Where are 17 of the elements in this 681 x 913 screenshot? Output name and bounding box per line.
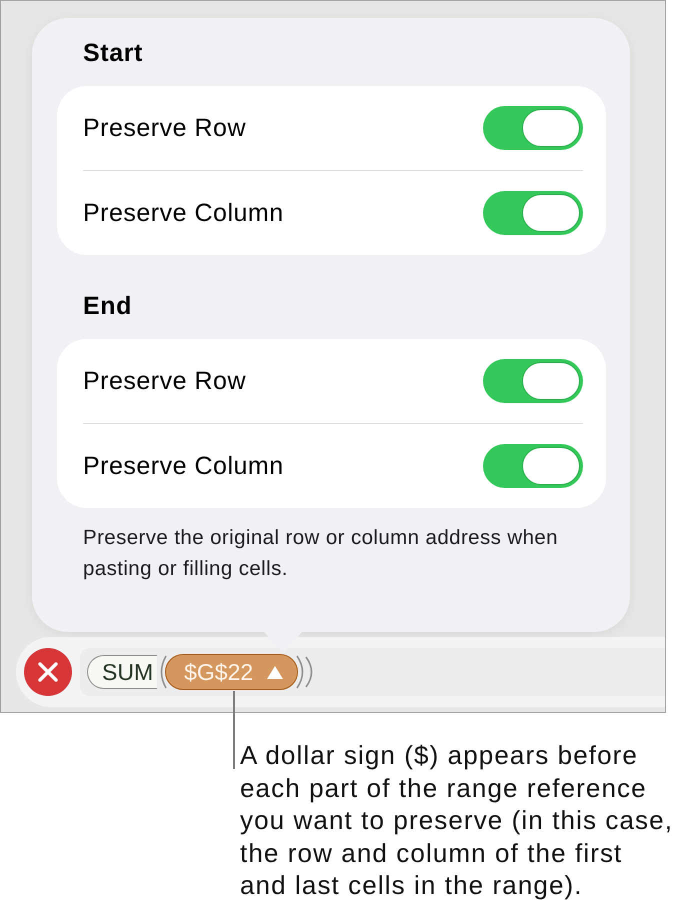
section-title: End <box>82 292 134 320</box>
footnote-text: Preserve the original row or column address when pasting or filling cells. <box>82 525 559 582</box>
toggle-switch[interactable] <box>483 359 583 403</box>
callout-text: A dollar sign ($) appears before each part of the range reference you want to preserve (in this case, the row and column of the first and last cells in the range). <box>240 739 674 902</box>
option-label: Preserve Column <box>83 198 284 228</box>
option-label: Preserve Column <box>83 452 284 480</box>
close-icon <box>38 662 58 682</box>
toggle-switch[interactable] <box>483 191 583 235</box>
formula-field[interactable]: SUM $G$22 <box>80 648 665 696</box>
cancel-button[interactable] <box>24 648 72 696</box>
option-label: Preserve Row <box>83 114 246 142</box>
toggle-switch[interactable] <box>483 444 583 488</box>
option-label: Preserve Row <box>83 366 246 396</box>
toggle-switch[interactable] <box>483 106 583 150</box>
section-title: Start <box>82 39 144 67</box>
triangle-icon <box>267 666 284 678</box>
function-token[interactable]: SUM <box>87 655 158 689</box>
